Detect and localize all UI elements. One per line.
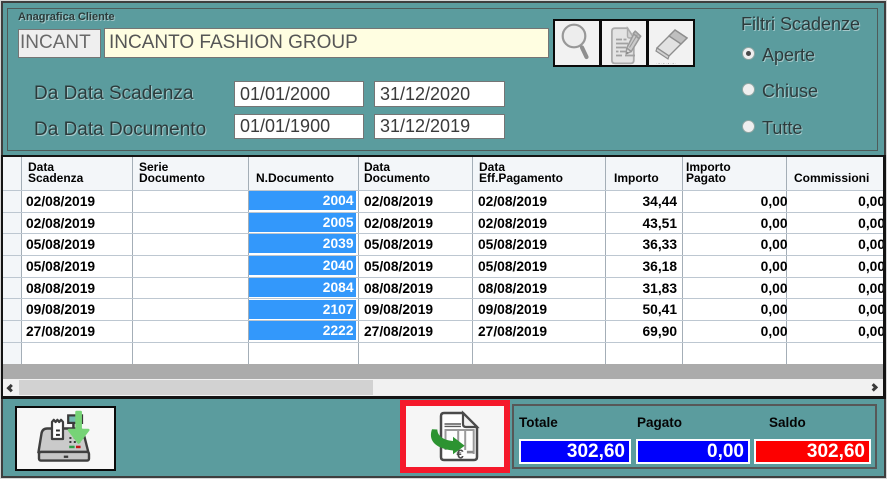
svg-text:·•·•·•·•·: ·•·•·•·•·: [656, 61, 677, 66]
